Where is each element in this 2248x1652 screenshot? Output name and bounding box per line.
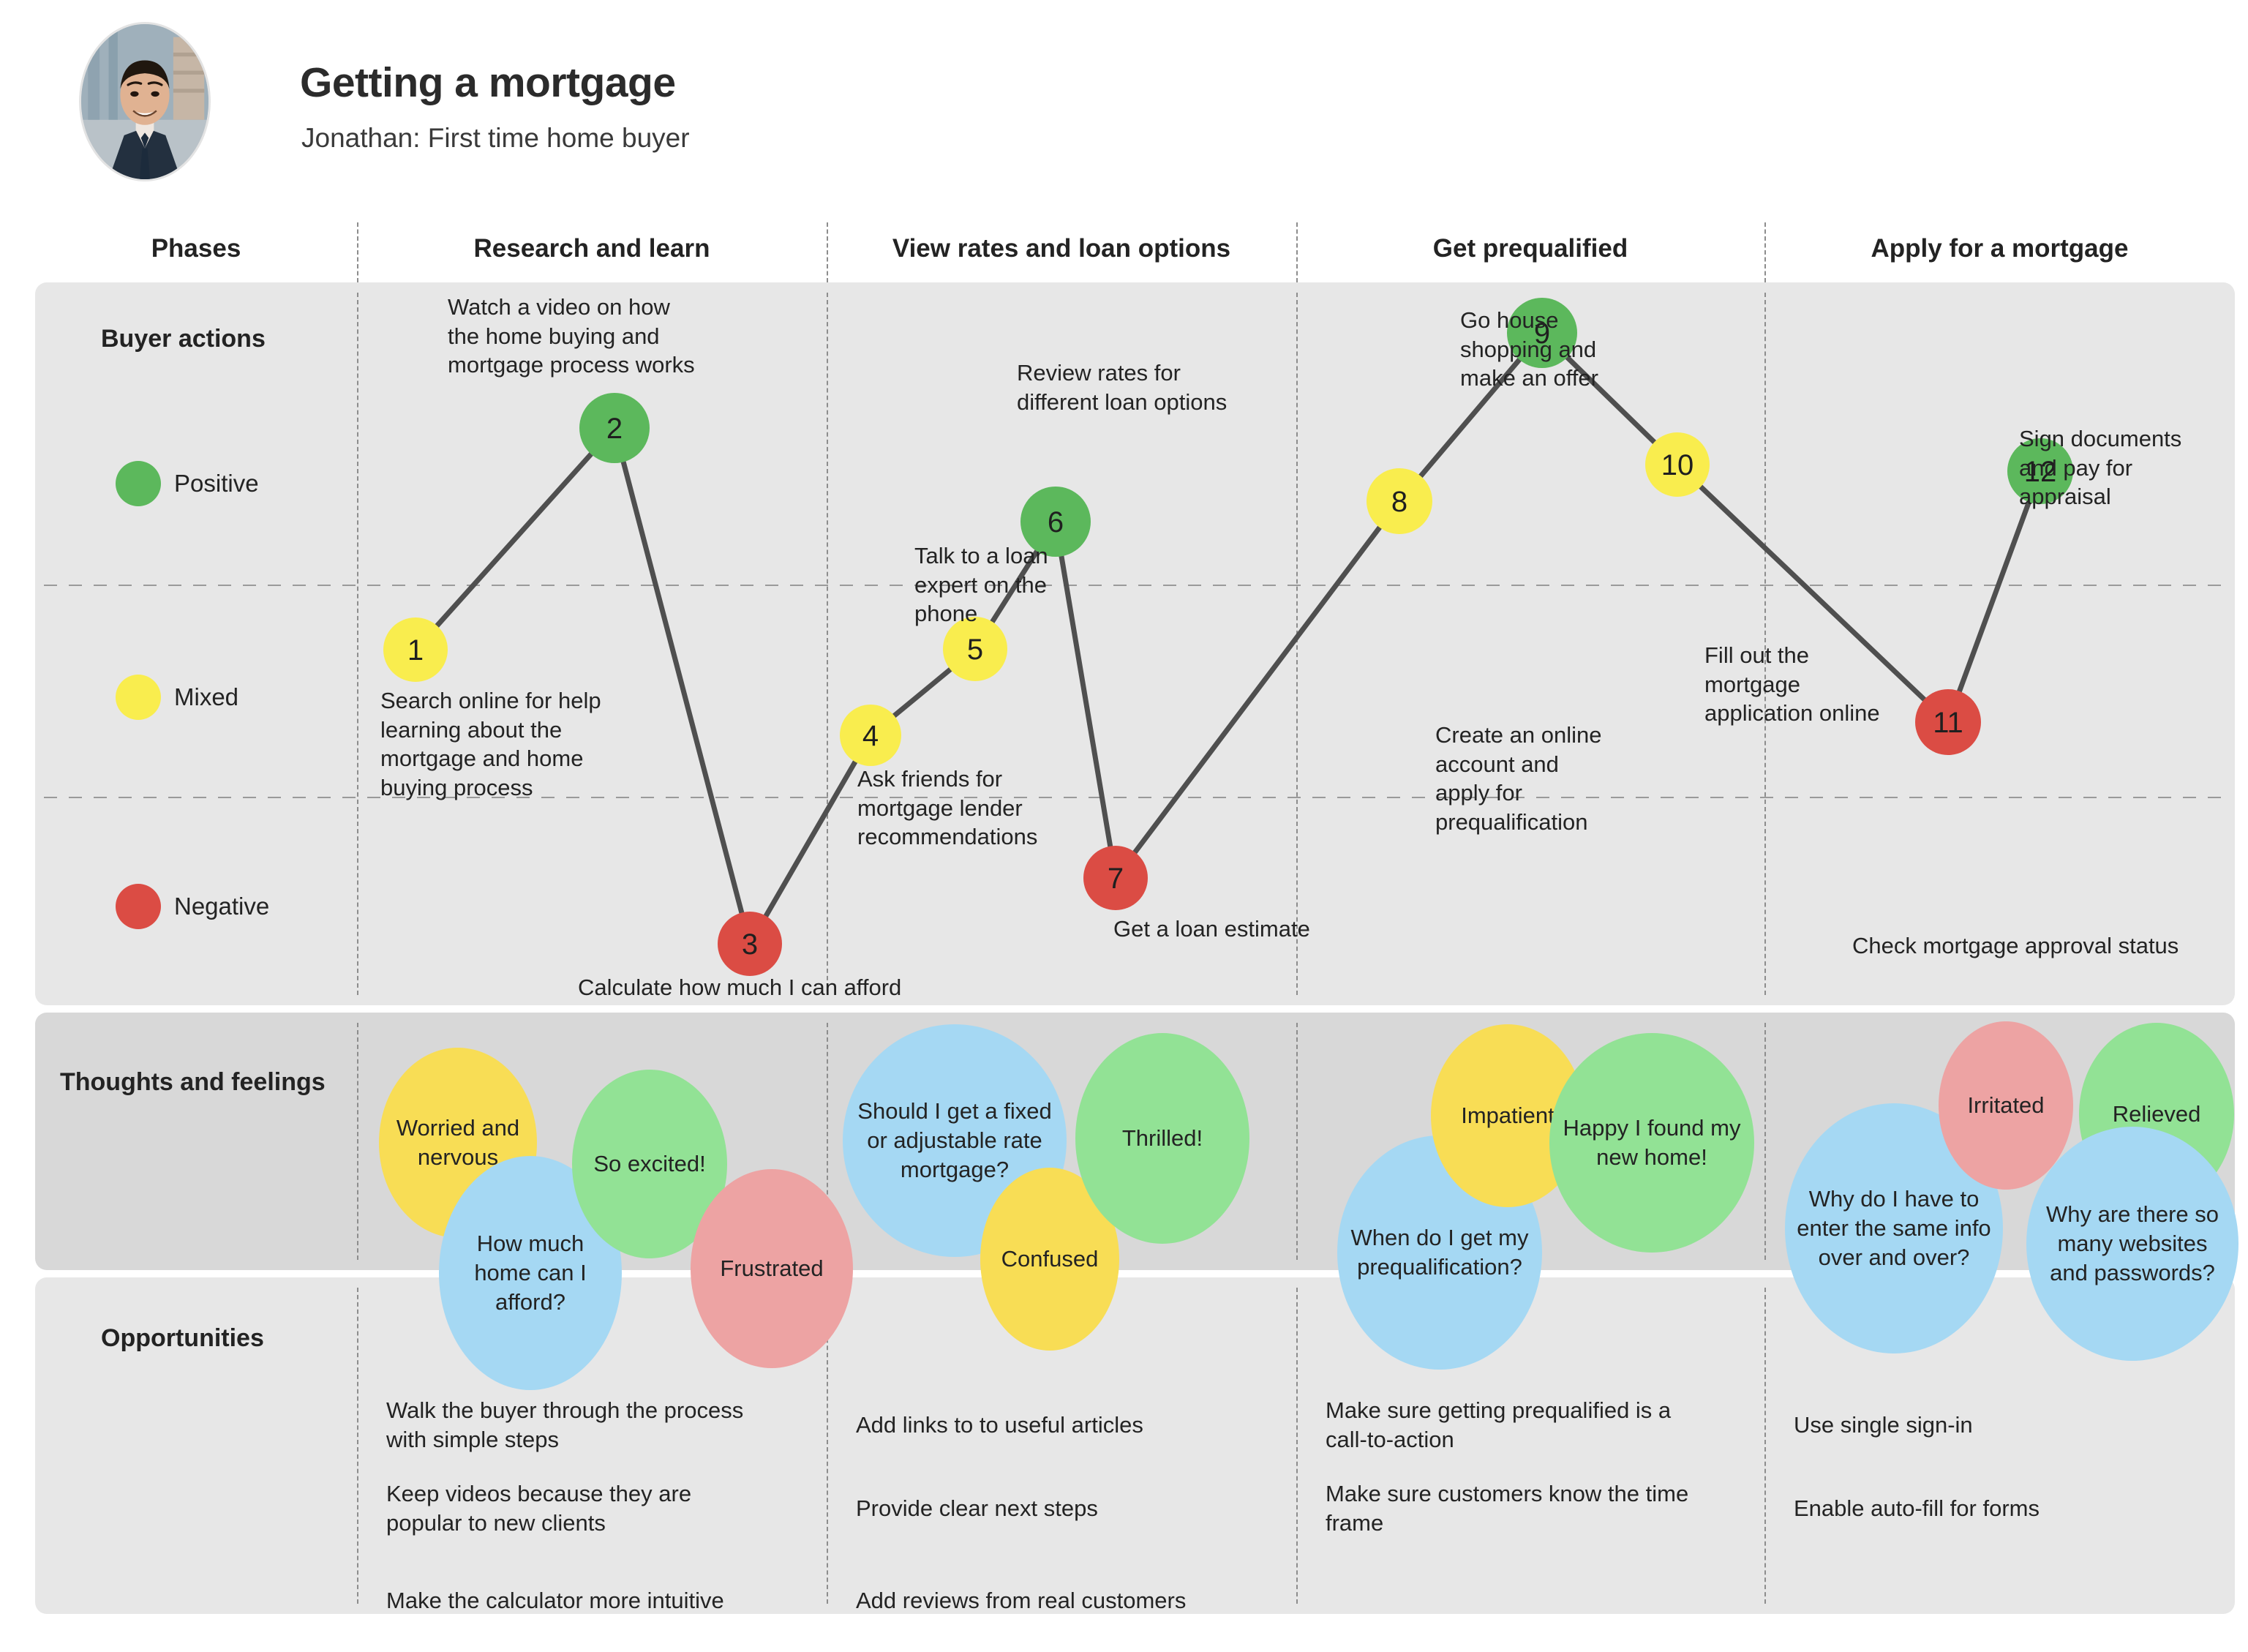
opportunity-3: Make the calculator more intuitive	[386, 1588, 724, 1613]
phase-divider-1	[357, 222, 358, 282]
action-caption-12: Sign documents and pay for appraisal	[2019, 426, 2182, 510]
opportunity-7: Make sure getting prequalified is a call…	[1326, 1397, 1672, 1453]
phase-divider-3	[1296, 222, 1298, 282]
phase-divider-2	[827, 222, 828, 282]
phase-header-prequalified[interactable]: Get prequalified	[1296, 234, 1764, 263]
page-subtitle: Jonathan: First time home buyer	[301, 123, 690, 153]
legend-dot-mixed	[116, 675, 161, 720]
thought-bubble-happy-new-home[interactable]: Happy I found my new home!	[1549, 1033, 1754, 1253]
avatar	[79, 22, 211, 181]
actions-col-divider-1	[357, 293, 358, 995]
action-caption-2: Watch a video on how the home buying and…	[448, 294, 695, 378]
thought-bubble-irritated[interactable]: Irritated	[1939, 1021, 2073, 1190]
legend-label-mixed: Mixed	[174, 683, 239, 710]
opportunity-1: Walk the buyer through the process with …	[386, 1397, 744, 1453]
thoughts-col-divider-3	[1296, 1023, 1298, 1260]
phases-row-label: Phases	[151, 234, 241, 263]
phase-divider-4	[1764, 222, 1766, 282]
action-caption-4: Ask friends for mortgage lender recommen…	[857, 766, 1038, 850]
action-caption-3: Calculate how much I can afford	[578, 975, 902, 1000]
legend-dot-negative	[116, 884, 161, 929]
band-label-thoughts: Thoughts and feelings	[60, 1068, 326, 1096]
opportunity-10: Enable auto-fill for forms	[1794, 1495, 2040, 1521]
thought-bubble-frustrated[interactable]: Frustrated	[691, 1169, 853, 1368]
phase-header-view-rates[interactable]: View rates and loan options	[827, 234, 1296, 263]
legend-dot-positive	[116, 461, 161, 506]
opps-col-divider-4	[1764, 1288, 1766, 1604]
action-caption-9: Go house shopping and make an offer	[1460, 307, 1598, 391]
opportunity-8: Make sure customers know the time frame	[1326, 1481, 1689, 1536]
opportunity-4: Add links to to useful articles	[856, 1412, 1143, 1438]
opportunity-9: Use single sign-in	[1794, 1412, 1973, 1438]
action-caption-10: Fill out the mortgage application online	[1704, 642, 1880, 726]
actions-col-divider-2	[827, 293, 828, 995]
opportunity-6: Add reviews from real customers	[856, 1588, 1187, 1613]
band-label-buyer-actions: Buyer actions	[101, 325, 266, 353]
opps-col-divider-3	[1296, 1288, 1298, 1604]
opportunity-2: Keep videos because they are popular to …	[386, 1481, 692, 1536]
thought-bubble-thrilled[interactable]: Thrilled!	[1075, 1033, 1249, 1244]
legend-label-positive: Positive	[174, 470, 259, 497]
page-header: Getting a mortgage Jonathan: First time …	[0, 0, 2248, 219]
action-caption-5: Talk to a loan expert on the phone	[914, 543, 1048, 627]
action-caption-6: Review rates for different loan options	[1017, 360, 1228, 415]
legend-label-negative: Negative	[174, 893, 270, 920]
page-title: Getting a mortgage	[300, 59, 676, 106]
action-caption-11: Check mortgage approval status	[1852, 933, 2179, 958]
journey-map-canvas: Getting a mortgage Jonathan: First time …	[0, 0, 2248, 1652]
thoughts-col-divider-1	[357, 1023, 358, 1260]
actions-col-divider-3	[1296, 293, 1298, 995]
opps-col-divider-1	[357, 1288, 358, 1604]
thought-bubble-websites-passwords[interactable]: Why are there so many websites and passw…	[2026, 1127, 2238, 1361]
thoughts-col-divider-4	[1764, 1023, 1766, 1260]
action-caption-7: Get a loan estimate	[1113, 916, 1310, 942]
band-label-opportunities: Opportunities	[101, 1324, 264, 1352]
opportunity-5: Provide clear next steps	[856, 1495, 1098, 1521]
action-caption-8: Create an online account and apply for p…	[1435, 722, 1602, 836]
phase-header-apply[interactable]: Apply for a mortgage	[1764, 234, 2235, 263]
phase-header-research[interactable]: Research and learn	[357, 234, 827, 263]
phases-header-row: Phases Research and learn View rates and…	[0, 219, 2248, 282]
action-caption-1: Search online for help learning about th…	[380, 688, 601, 801]
